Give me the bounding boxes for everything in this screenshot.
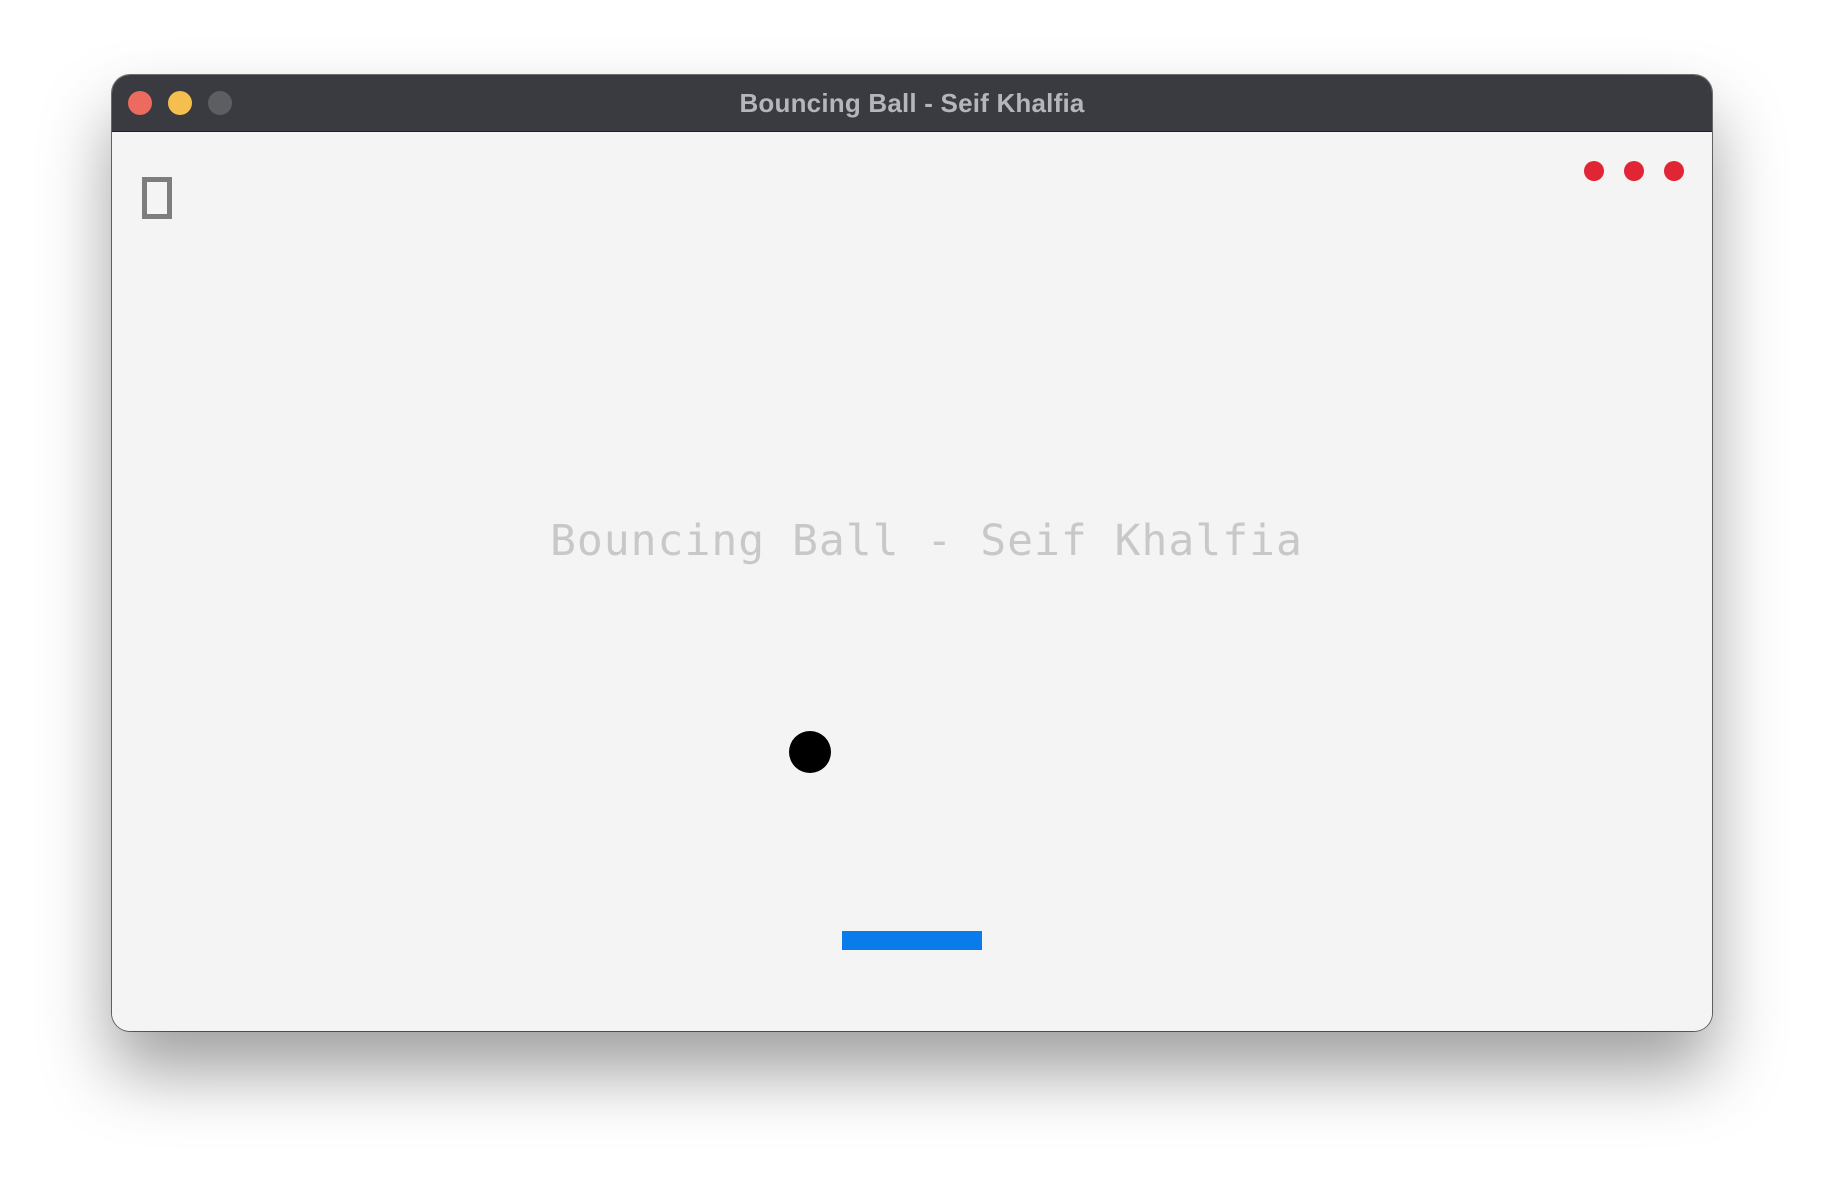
game-title-watermark: Bouncing Ball - Seif Khalfia: [550, 516, 1303, 566]
ball: [789, 731, 831, 773]
paddle[interactable]: [842, 931, 982, 950]
life-dot: [1584, 161, 1604, 181]
life-dot: [1624, 161, 1644, 181]
title-bar[interactable]: Bouncing Ball - Seif Khalfia: [112, 75, 1712, 132]
game-window: Bouncing Ball - Seif Khalfia Bouncing Ba…: [112, 75, 1712, 1031]
window-title: Bouncing Ball - Seif Khalfia: [739, 88, 1085, 118]
lives-indicator: [1584, 161, 1684, 181]
score-display: [142, 177, 172, 219]
game-canvas[interactable]: Bouncing Ball - Seif Khalfia: [112, 132, 1712, 1031]
life-dot: [1664, 161, 1684, 181]
